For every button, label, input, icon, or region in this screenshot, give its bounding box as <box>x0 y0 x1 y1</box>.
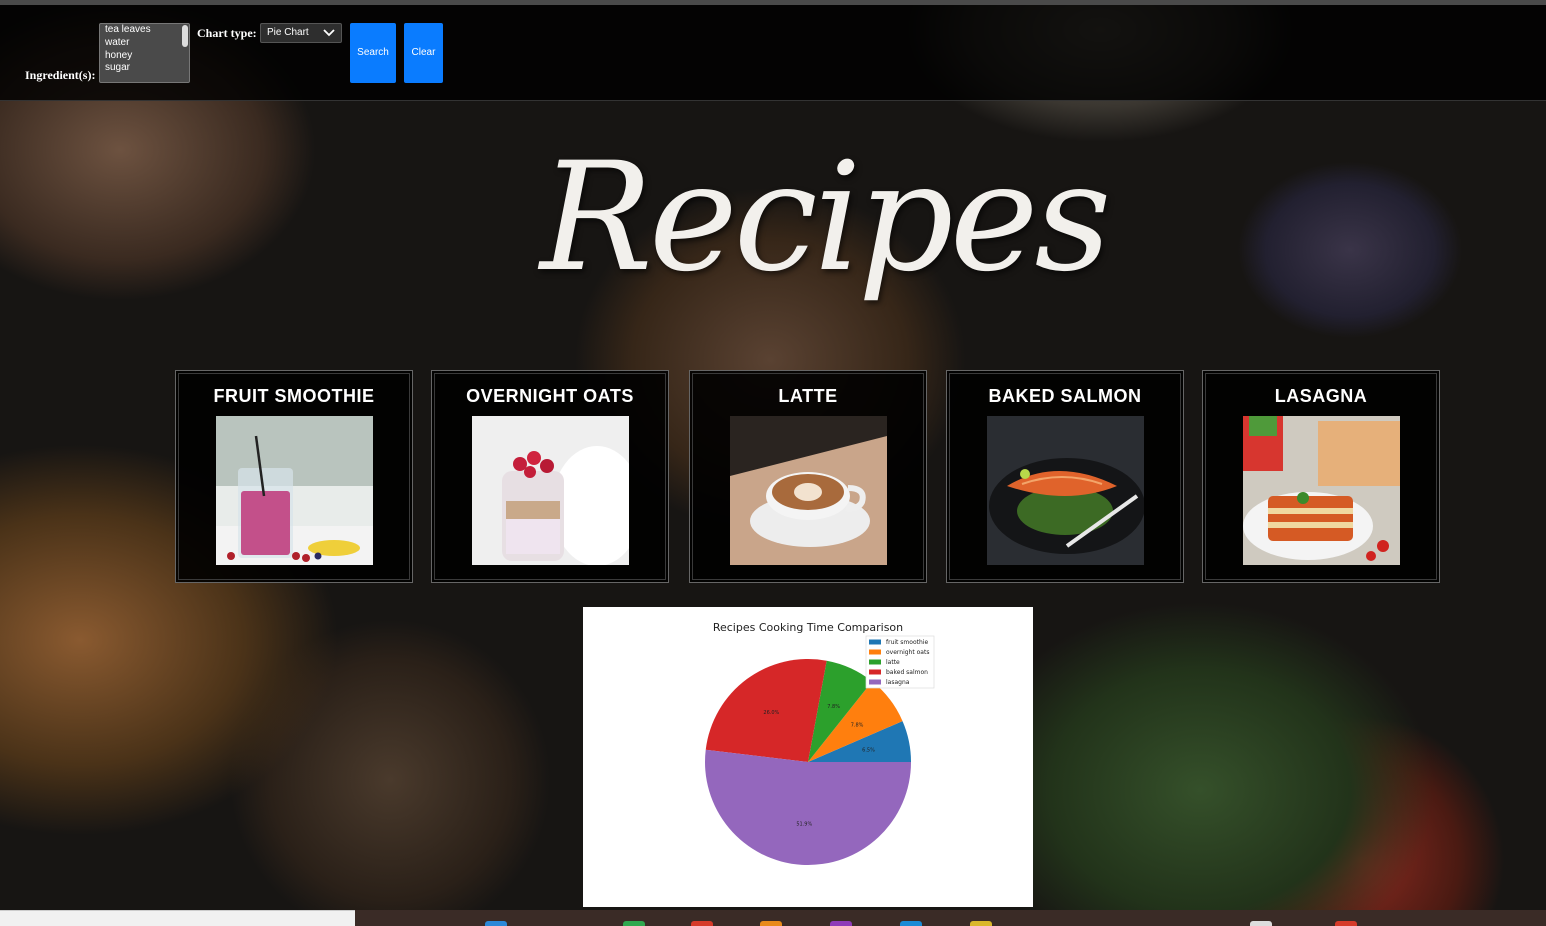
legend-label: fruit smoothie <box>886 639 928 646</box>
chart-title: Recipes Cooking Time Comparison <box>713 621 903 634</box>
legend-swatch <box>869 679 881 685</box>
search-button[interactable]: Search <box>350 23 396 83</box>
recipe-name: LASAGNA <box>1274 386 1368 406</box>
recipe-card-overnight-oats[interactable]: OVERNIGHT OATS <box>431 370 669 583</box>
pie-slice-label: 6.5% <box>862 747 875 753</box>
legend-swatch <box>869 649 881 655</box>
ingredient-option[interactable]: sugar <box>100 62 189 75</box>
recipe-card-fruit-smoothie[interactable]: FRUIT SMOOTHIE <box>175 370 413 583</box>
recipe-name: FRUIT SMOOTHIE <box>213 386 375 406</box>
recipe-card-baked-salmon[interactable]: BAKED SALMON <box>946 370 1184 583</box>
taskbar-app-icon[interactable] <box>623 921 645 926</box>
taskbar-app-icon[interactable] <box>1335 921 1357 926</box>
recipe-card-lasagna[interactable]: LASAGNA <box>1202 370 1440 583</box>
pie-slice-lasagna <box>705 749 911 865</box>
taskbar-app-icon[interactable] <box>830 921 852 926</box>
chart-type-value: Pie Chart <box>267 27 309 38</box>
legend-swatch <box>869 639 881 645</box>
search-toolbar: Ingredient(s): tea leaves water honey su… <box>0 5 1546 101</box>
chart-type-label: Chart type: <box>197 26 257 40</box>
page-title: Recipes <box>540 131 1111 305</box>
ingredients-multiselect[interactable]: tea leaves water honey sugar <box>99 23 190 83</box>
taskbar-app-icon[interactable] <box>760 921 782 926</box>
legend-label: latte <box>886 659 900 666</box>
recipe-name: BAKED SALMON <box>988 386 1142 406</box>
clear-button[interactable]: Clear <box>404 23 443 83</box>
ingredient-option[interactable]: tea leaves <box>100 24 189 37</box>
ingredients-scrollbar[interactable] <box>182 25 188 47</box>
taskbar-app-icon[interactable] <box>485 921 507 926</box>
pie-slice-label: 51.9% <box>796 822 812 828</box>
taskbar-app-icon[interactable] <box>1250 921 1272 926</box>
oats-photo[interactable] <box>472 416 629 565</box>
recipe-name: OVERNIGHT OATS <box>466 386 634 406</box>
pie-slice-label: 7.8% <box>827 704 840 710</box>
cooking-time-chart: Recipes Cooking Time Comparison 6.5% 7.8%… <box>583 607 1033 907</box>
lasagna-photo[interactable] <box>1243 416 1400 565</box>
legend-swatch <box>869 669 881 675</box>
legend-label: lasagna <box>886 679 910 686</box>
legend-label: overnight oats <box>886 649 929 656</box>
recipe-name: LATTE <box>778 386 838 406</box>
ingredients-label: Ingredient(s): <box>25 68 96 82</box>
taskbar-app-icon[interactable] <box>900 921 922 926</box>
taskbar-search-area[interactable] <box>0 910 355 926</box>
taskbar-app-icon[interactable] <box>970 921 992 926</box>
latte-photo[interactable] <box>730 416 887 565</box>
pie-slice-label: 7.8% <box>851 722 864 728</box>
pie-slice-label: 26.0% <box>763 710 779 716</box>
ingredient-option[interactable]: water <box>100 37 189 50</box>
ingredient-option[interactable]: honey <box>100 50 189 63</box>
recipe-card-latte[interactable]: LATTE <box>689 370 927 583</box>
chevron-down-icon <box>323 29 335 37</box>
smoothie-photo[interactable] <box>216 416 373 565</box>
legend-label: baked salmon <box>886 669 928 676</box>
legend-swatch <box>869 659 881 665</box>
taskbar <box>355 910 1546 926</box>
pie-chart-svg: Recipes Cooking Time Comparison 6.5% 7.8%… <box>705 621 935 865</box>
salmon-photo[interactable] <box>987 416 1144 565</box>
taskbar-app-icon[interactable] <box>691 921 713 926</box>
chart-type-select[interactable]: Pie Chart <box>260 23 342 43</box>
